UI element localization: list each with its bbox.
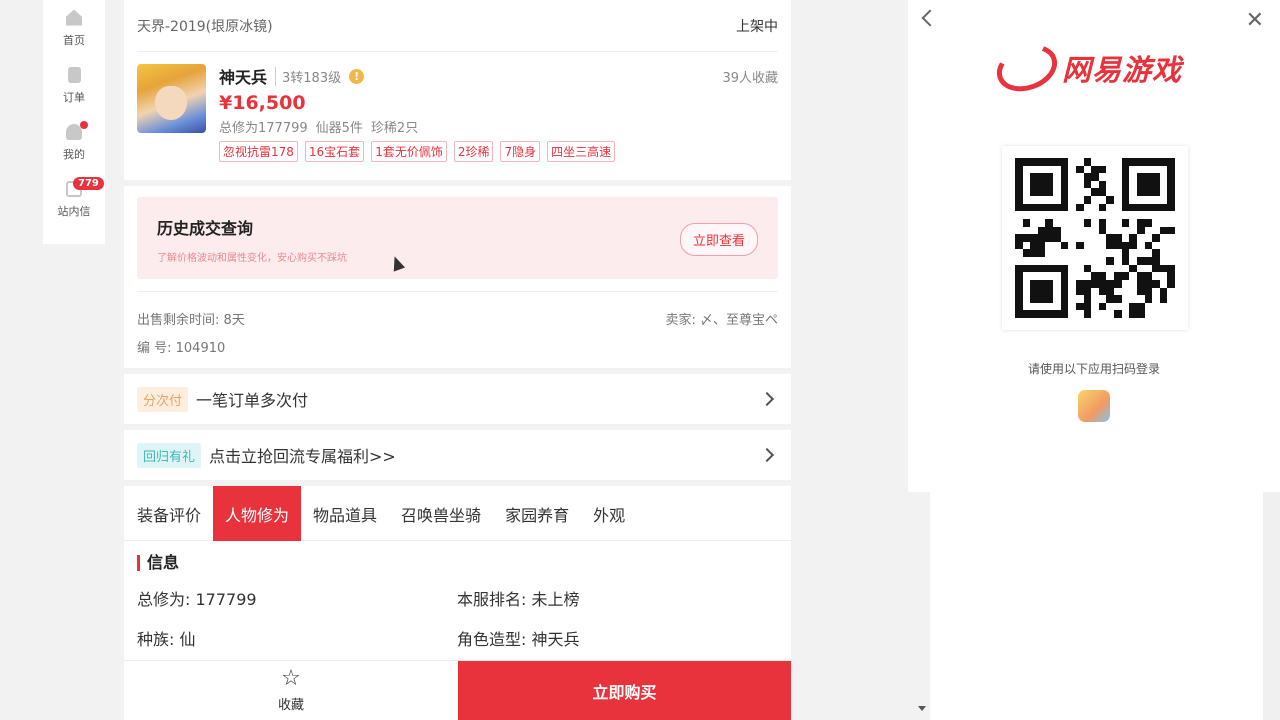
favorite-count: 39人收藏 <box>722 70 778 86</box>
nav-item-orders[interactable]: 订单 <box>43 57 105 114</box>
close-icon[interactable]: ✕ <box>1246 10 1264 32</box>
history-title: 历史成交查询 <box>157 219 254 238</box>
info-field: 种族: 仙 <box>137 630 196 649</box>
user-icon <box>66 120 88 140</box>
nav-label: 我的 <box>63 147 85 161</box>
feature-tags: 忽视抗雷178 16宝石套 1套无价佩饰 2珍稀 7隐身 四坐三高速 <box>219 141 778 162</box>
detail-tabs: 装备评价 人物修为 物品道具 召唤兽坐骑 家园养育 外观 <box>124 486 791 541</box>
app-icon[interactable] <box>1078 390 1110 422</box>
nav-label: 首页 <box>63 33 85 47</box>
back-arrow-icon[interactable] <box>921 9 939 27</box>
brand-name: 网易游戏 <box>1062 53 1183 87</box>
history-card: 历史成交查询 了解价格波动和属性变化，安心购买不踩坑 立即查看 出售剩余时间: … <box>124 186 791 368</box>
scrollbar[interactable] <box>1263 492 1280 720</box>
info-field: 本服排名: 未上榜 <box>457 590 580 609</box>
scroll-down-arrow-icon[interactable] <box>918 706 926 711</box>
info-icon[interactable]: ! <box>349 68 365 84</box>
return-gift-text: 点击立抢回流专属福利>> <box>209 447 396 466</box>
price: ¥16,500 <box>219 92 306 114</box>
feature-tag: 忽视抗雷178 <box>219 141 298 162</box>
info-field: 角色造型: 神天兵 <box>457 630 580 649</box>
character-level: 3转183级 <box>275 66 341 86</box>
product-card: 天界-2019(垠原冰镜) 上架中 神天兵 3转183级 ! 39人收藏 ¥16… <box>124 0 791 180</box>
info-grid: 总修为: 177799 本服排名: 未上榜 种族: 仙 角色造型: 神天兵 <box>124 586 791 650</box>
tab-character[interactable]: 人物修为 <box>213 486 302 541</box>
tab-home[interactable]: 家园养育 <box>493 486 581 541</box>
product-header: 天界-2019(垠原冰镜) 上架中 <box>137 0 778 52</box>
return-gift-pill: 回归有礼 <box>137 442 202 468</box>
divider <box>137 291 778 292</box>
nav-item-mine[interactable]: 我的 <box>43 114 105 171</box>
seller-name[interactable]: 卖家: 〆、至尊宝ペ <box>665 309 778 328</box>
feature-tag: 四坐三高速 <box>547 141 616 162</box>
summary-stats: 总修为177799 仙器5件 珍稀2只 <box>219 117 778 136</box>
chevron-right-icon <box>759 447 775 463</box>
home-icon <box>66 9 82 26</box>
stat-rare-pets: 珍稀2只 <box>370 121 419 136</box>
character-avatar[interactable] <box>137 64 206 133</box>
listing-status: 上架中 <box>736 18 778 35</box>
product-detail: 天界-2019(垠原冰镜) 上架中 神天兵 3转183级 ! 39人收藏 ¥16… <box>124 0 791 720</box>
tab-appearance[interactable]: 外观 <box>581 486 637 541</box>
netease-logo-icon <box>990 36 1064 100</box>
info-field: 总修为: 177799 <box>137 590 257 609</box>
qr-code-container <box>1002 146 1188 330</box>
section-title: 信息 <box>137 555 778 571</box>
favorite-button[interactable]: ☆ 收藏 <box>124 661 458 720</box>
serial-number: 编 号: 104910 <box>137 341 226 356</box>
nav-label: 订单 <box>63 90 85 104</box>
tab-equipment[interactable]: 装备评价 <box>137 486 213 541</box>
left-nav: 首页 订单 我的 779 站内信 <box>43 0 105 244</box>
installment-row[interactable]: 分次付 一笔订单多次付 <box>124 374 791 424</box>
login-panel-lower <box>930 492 1263 720</box>
order-icon <box>67 66 81 83</box>
character-name: 神天兵 <box>219 68 268 87</box>
chevron-right-icon <box>759 391 775 407</box>
nav-item-messages[interactable]: 779 站内信 <box>43 171 105 228</box>
feature-tag: 7隐身 <box>500 141 541 162</box>
history-banner[interactable]: 历史成交查询 了解价格波动和属性变化，安心购买不踩坑 立即查看 <box>137 197 778 279</box>
favorite-label: 收藏 <box>277 698 304 713</box>
login-panel: ✕ 网易游戏 请使用以下应用扫码登录 <box>908 0 1280 492</box>
feature-tag: 2珍稀 <box>453 141 494 162</box>
server-name: 天界-2019(垠原冰镜) <box>137 18 273 35</box>
bottom-action-bar: ☆ 收藏 立即购买 <box>124 660 791 720</box>
feature-tag: 1套无价佩饰 <box>371 141 447 162</box>
tab-items[interactable]: 物品道具 <box>301 486 389 541</box>
stat-artifacts: 仙器5件 <box>315 121 363 136</box>
scan-hint: 请使用以下应用扫码登录 <box>1027 362 1160 376</box>
message-count-badge: 779 <box>73 177 104 190</box>
star-icon: ☆ <box>281 666 301 691</box>
return-gift-row[interactable]: 回归有礼 点击立抢回流专属福利>> <box>124 430 791 480</box>
history-subtitle: 了解价格波动和属性变化，安心购买不踩坑 <box>157 253 347 264</box>
qr-code <box>1015 158 1175 318</box>
nav-item-home[interactable]: 首页 <box>43 0 105 57</box>
buy-now-button[interactable]: 立即购买 <box>458 661 791 720</box>
notification-dot <box>80 120 88 129</box>
view-history-button[interactable]: 立即查看 <box>679 223 758 256</box>
tab-pets-mounts[interactable]: 召唤兽坐骑 <box>389 486 493 541</box>
installment-pill: 分次付 <box>137 386 189 412</box>
stat-cultivation: 总修为177799 <box>219 121 308 136</box>
netease-games-logo: 网易游戏 <box>990 36 1183 100</box>
remaining-time: 出售剩余时间: 8天 <box>137 313 245 328</box>
details-card: 装备评价 人物修为 物品道具 召唤兽坐骑 家园养育 外观 信息 总修为: 177… <box>124 486 791 660</box>
installment-text: 一笔订单多次付 <box>196 391 309 410</box>
nav-label: 站内信 <box>57 204 91 218</box>
feature-tag: 16宝石套 <box>304 141 365 162</box>
